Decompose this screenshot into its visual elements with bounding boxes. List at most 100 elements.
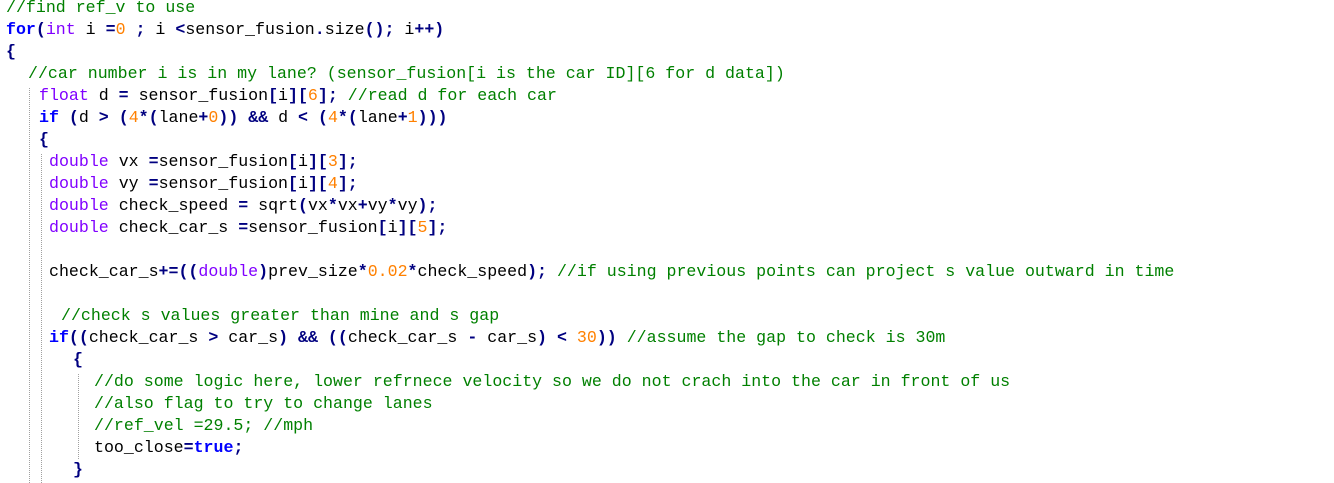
code-line-9[interactable]: double vy =sensor_fusion[i][4]; [49,173,358,195]
code-token-operator: ( [118,108,129,127]
code-line-17[interactable]: { [73,349,83,371]
code-token-text: vx [307,196,328,215]
code-token-text: d [88,86,119,105]
code-token-text: i [387,218,398,237]
code-token-operator: = [183,438,194,457]
code-token-operator: )) [218,108,239,127]
code-token-text: vy [397,196,418,215]
code-token-operator: * [327,196,338,215]
code-token-operator: ]; [337,152,358,171]
code-token-text: i [145,20,176,39]
indent-guide-for-block [29,88,30,483]
code-line-1[interactable]: //find ref_v to use [6,0,195,19]
code-token-keyword: for [6,20,36,39]
code-token-operator: ][ [397,218,418,237]
code-token-text: sensor_fusion [128,86,269,105]
code-token-operator: = [105,20,116,39]
code-token-text: vy [367,196,388,215]
code-token-operator: > [98,108,109,127]
code-token-operator: + [357,196,368,215]
code-line-13[interactable]: check_car_s+=((double)prev_size*0.02*che… [49,261,1174,283]
code-token-type: double [49,174,109,193]
code-token-comment: //do some logic here, lower refrnece vel… [94,372,1011,391]
code-token-operator: < [556,328,567,347]
code-token-keyword: if [39,108,59,127]
code-token-number: 1 [407,108,418,127]
code-token-number: 4 [327,108,338,127]
code-token-comment: //also flag to try to change lanes [94,394,433,413]
code-token-type: float [39,86,89,105]
code-token-operator: * [387,196,398,215]
code-token-text: i [278,86,288,105]
code-token-text: d [268,108,299,127]
code-token-operator: )) [596,328,617,347]
code-token-text: check_car_s [49,262,159,281]
code-token-operator: ]; [337,174,358,193]
code-token-text: check_car_s [108,218,239,237]
code-token-number: 0 [208,108,219,127]
code-token-text: i [394,20,415,39]
code-token-text: i [297,152,308,171]
code-line-3[interactable]: { [6,41,16,63]
code-token-operator: * [357,262,368,281]
code-token-operator: = [118,86,129,105]
code-token-operator: + [198,108,209,127]
code-token-type: double [49,152,109,171]
code-line-8[interactable]: double vx =sensor_fusion[i][3]; [49,151,358,173]
code-token-operator: ); [527,262,547,281]
code-line-2[interactable]: for(int i =0 ; i <sensor_fusion.size(); … [6,19,444,41]
code-token-text: sqrt [248,196,298,215]
code-line-19[interactable]: //also flag to try to change lanes [94,393,433,415]
code-token-comment: //ref_vel =29.5; //mph [94,416,314,435]
code-token-operator: ][ [307,174,328,193]
code-token-comment: //check s values greater than mine and s… [61,306,500,325]
code-token-operator: ); [417,196,438,215]
code-token-text: i [75,20,106,39]
code-line-11[interactable]: double check_car_s =sensor_fusion[i][5]; [49,217,447,239]
code-token-number: 4 [327,174,338,193]
code-token-operator: ][ [307,152,328,171]
code-line-10[interactable]: double check_speed = sqrt(vx*vx+vy*vy); [49,195,437,217]
code-token-operator: ))) [417,108,448,127]
code-token-type: int [45,20,76,39]
code-token-operator: *( [337,108,358,127]
code-token-operator: ) [537,328,547,347]
indent-guide-if-lane-block [41,154,42,483]
code-token-operator: ( [35,20,46,39]
code-token-text: vx [337,196,358,215]
code-token-type: double [49,218,109,237]
code-token-operator: < [298,108,309,127]
code-token-text: i [297,174,308,193]
code-token-operator: ) [278,328,289,347]
code-token-number: 0.02 [367,262,408,281]
code-token-keyword: if [49,328,69,347]
code-line-6[interactable]: if (d > (4*(lane+0)) && d < (4*(lane+1))… [39,107,448,129]
code-editor[interactable]: //find ref_v to use for(int i =0 ; i <se… [0,0,1334,483]
code-token-operator: { [6,42,16,61]
code-line-15[interactable]: //check s values greater than mine and s… [61,305,499,327]
code-token-number: 6 [307,86,318,105]
code-token-operator: = [148,152,159,171]
code-line-18[interactable]: //do some logic here, lower refrnece vel… [94,371,1010,393]
code-token-text: sensor_fusion [158,152,289,171]
code-line-5[interactable]: float d = sensor_fusion[i][6]; //read d … [39,85,557,107]
code-line-7[interactable]: { [39,129,49,151]
code-line-16[interactable]: if((check_car_s > car_s) && ((check_car_… [49,327,945,349]
code-token-operator: = [148,174,159,193]
code-line-21[interactable]: too_close=true; [94,437,243,459]
code-line-4[interactable]: //car number i is in my lane? (sensor_fu… [28,63,785,85]
code-token-operator: [ [288,174,298,193]
code-token-operator: ++) [414,20,445,39]
code-token-comment: //car number i is in my lane? (sensor_fu… [28,64,785,83]
code-token-text: d [78,108,99,127]
code-line-22[interactable]: } [73,459,83,481]
code-line-20[interactable]: //ref_vel =29.5; //mph [94,415,313,437]
code-token-text: check_speed [108,196,239,215]
code-token-number: 4 [128,108,139,127]
